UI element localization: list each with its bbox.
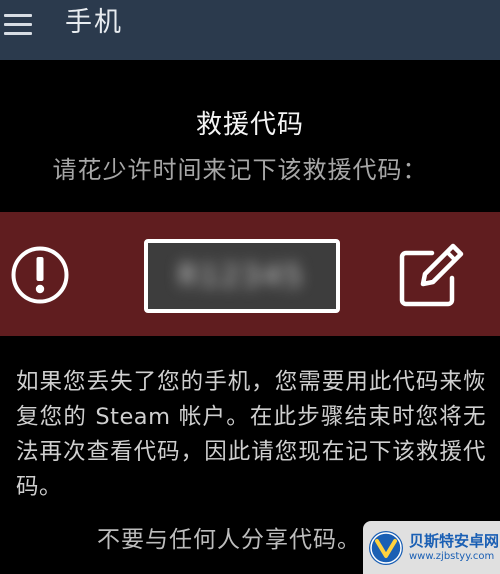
rescue-code-value: R12345 xyxy=(178,258,306,294)
rescue-code-instruction: 请花少许时间来记下该救援代码： xyxy=(52,156,428,184)
app-bar: 手机 xyxy=(0,0,500,60)
exclamation-circle-icon xyxy=(11,246,69,304)
watermark-logo-icon xyxy=(369,530,403,565)
rescue-code-explanation: 如果您丢失了您的手机，您需要用此代码来恢复您的 Steam 帐户。在此步骤结束时… xyxy=(16,369,486,500)
rescue-code-heading: 救援代码 xyxy=(195,110,304,140)
page-title: 手机 xyxy=(65,7,123,38)
site-watermark: 贝斯特安卓网 www.zjbstyy.com xyxy=(363,521,500,574)
watermark-url: www.zjbstyy.com xyxy=(409,550,495,562)
share-warning: 不要与任何人分享代码。 xyxy=(97,527,361,553)
watermark-name: 贝斯特安卓网 xyxy=(409,531,500,550)
hamburger-menu-icon[interactable] xyxy=(2,11,36,37)
edit-pencil-icon[interactable] xyxy=(396,238,468,310)
rescue-code-field[interactable]: R12345 xyxy=(144,239,340,313)
